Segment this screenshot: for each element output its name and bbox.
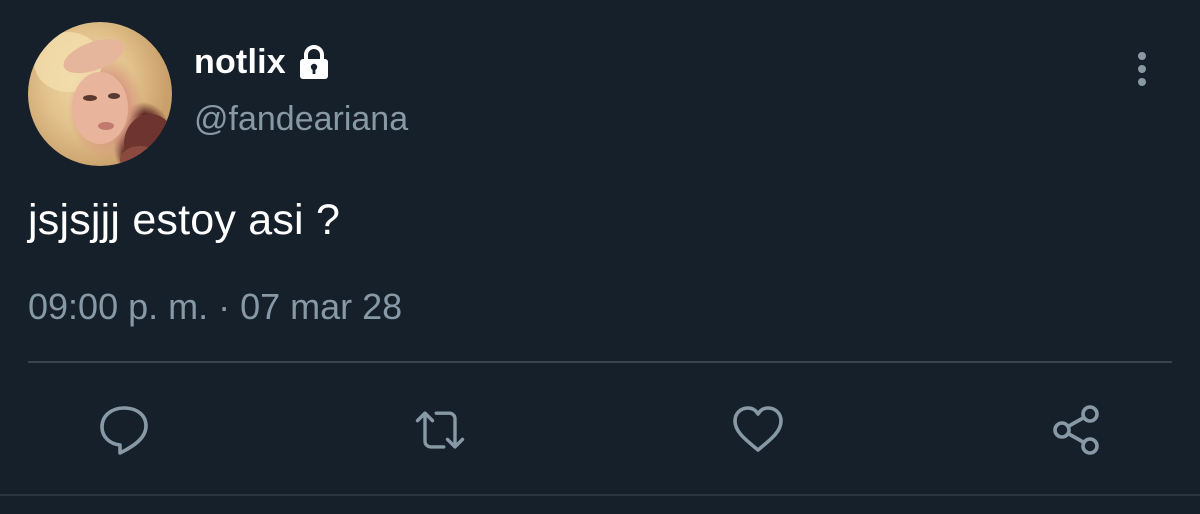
retweet-icon xyxy=(415,411,465,449)
tweet-text: jsjsjjj estoy asi ? xyxy=(28,196,341,244)
retweet-button[interactable] xyxy=(410,400,470,460)
bottom-divider xyxy=(0,494,1200,496)
share-icon xyxy=(1053,405,1099,455)
display-name-row: notlix xyxy=(194,40,334,84)
share-button[interactable] xyxy=(1046,400,1106,460)
display-name[interactable]: notlix xyxy=(194,43,286,82)
divider xyxy=(28,361,1172,363)
more-vertical-icon[interactable] xyxy=(1124,48,1160,90)
reply-button[interactable] xyxy=(94,400,154,460)
avatar[interactable] xyxy=(28,22,172,166)
tweet-timestamp[interactable]: 09:00 p. m. · 07 mar 28 xyxy=(28,286,402,328)
tweet-card: notlix @fandeariana jsjsjjj estoy asi ? … xyxy=(0,0,1200,514)
reply-icon xyxy=(100,406,148,455)
lock-icon xyxy=(294,42,334,82)
user-handle[interactable]: @fandeariana xyxy=(194,100,408,139)
avatar-photo xyxy=(34,32,172,166)
like-button[interactable] xyxy=(728,400,788,460)
heart-icon xyxy=(733,406,783,452)
